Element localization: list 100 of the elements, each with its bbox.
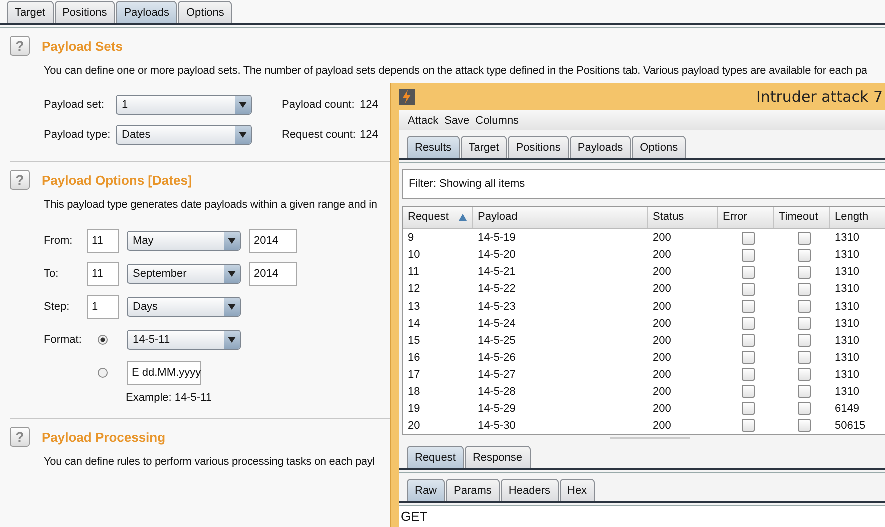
checkbox[interactable] <box>742 232 755 245</box>
sort-ascending-icon <box>459 214 467 221</box>
tab[interactable]: Response <box>464 446 531 468</box>
section-title: Payload Options [Dates] <box>42 172 192 188</box>
checkbox[interactable] <box>798 317 811 330</box>
section-title: Payload Processing <box>42 430 166 444</box>
table-cell-text: 10 <box>407 249 422 262</box>
column-header[interactable]: Payload <box>473 206 648 228</box>
filter-bar[interactable]: Filter: Showing all items <box>402 168 885 199</box>
table-cell-text: 14-5-20 <box>477 249 517 262</box>
table-cell-text: 200 <box>652 266 672 278</box>
field-label: Format: <box>44 334 79 346</box>
checkbox[interactable] <box>742 317 755 330</box>
field-label: Payload type: <box>44 129 112 141</box>
checkbox[interactable] <box>798 232 811 245</box>
tab[interactable]: Target <box>460 136 508 158</box>
table-cell-text: 200 <box>652 420 672 432</box>
table-cell-text: 20 <box>407 420 422 432</box>
column-header[interactable]: Timeout <box>774 206 830 228</box>
field-label: From: <box>44 235 74 247</box>
count-value: 124 <box>360 129 378 141</box>
tab[interactable]: Positions <box>54 1 116 23</box>
tab[interactable]: Headers <box>500 479 558 502</box>
table-cell-text: 14-5-25 <box>477 334 517 347</box>
tab[interactable]: Positions <box>508 136 569 158</box>
dropdown[interactable]: September <box>127 264 241 284</box>
checkbox[interactable] <box>742 419 755 432</box>
checkbox[interactable] <box>742 402 755 416</box>
request-text: GET <box>399 506 885 527</box>
tab[interactable]: Target <box>7 1 54 23</box>
table-cell-text: 12 <box>407 283 422 296</box>
tab[interactable]: Options <box>178 1 232 23</box>
checkbox[interactable] <box>742 351 755 364</box>
checkbox[interactable] <box>742 385 755 398</box>
tab[interactable]: Request <box>407 446 464 468</box>
table-cell-text: 1310 <box>834 318 860 330</box>
input-field[interactable]: 2014 <box>249 229 297 253</box>
checkbox[interactable] <box>798 385 811 398</box>
dropdown[interactable]: Days <box>127 297 241 317</box>
input-field[interactable]: E dd.MM.yyyy <box>127 361 201 385</box>
table-cell-text: 200 <box>652 334 672 347</box>
tab[interactable]: Hex <box>560 479 596 502</box>
table-cell-text: 14 <box>407 318 422 330</box>
checkbox[interactable] <box>742 282 755 296</box>
column-header[interactable]: Error <box>718 206 774 228</box>
tab[interactable]: Raw <box>407 479 446 502</box>
checkbox[interactable] <box>798 402 811 416</box>
tab[interactable]: Results <box>407 136 460 158</box>
checkbox[interactable] <box>798 266 811 279</box>
checkbox[interactable] <box>798 248 811 262</box>
table-cell-text: 14-5-27 <box>477 368 517 381</box>
input-field[interactable]: 11 <box>87 229 119 253</box>
checkbox[interactable] <box>798 351 811 364</box>
table-cell-text: 50615 <box>834 420 867 432</box>
radio-button[interactable] <box>98 368 108 378</box>
section-description: You can define rules to perform various processing tasks on each payl <box>44 456 376 468</box>
menu-item[interactable]: Attack <box>408 115 439 127</box>
checkbox[interactable] <box>798 368 811 382</box>
dropdown[interactable]: Dates <box>116 125 252 145</box>
radio-button[interactable] <box>98 335 108 345</box>
checkbox[interactable] <box>798 282 811 296</box>
table-cell-text: 11 <box>407 266 420 278</box>
count-value: 124 <box>360 99 378 111</box>
column-header[interactable]: Request <box>403 206 473 228</box>
table-cell-text: 1310 <box>834 283 860 296</box>
dropdown[interactable]: 14-5-11 <box>127 330 241 350</box>
dropdown[interactable]: May <box>127 231 241 251</box>
table-cell-text: 1310 <box>834 352 860 364</box>
input-field[interactable]: 11 <box>87 262 119 286</box>
checkbox[interactable] <box>742 266 755 279</box>
menu-item[interactable]: Columns <box>476 115 520 127</box>
column-header[interactable]: Status <box>648 206 718 228</box>
tab[interactable]: Payloads <box>116 1 178 23</box>
input-field[interactable]: 2014 <box>249 262 297 286</box>
tab[interactable]: Options <box>632 136 686 158</box>
table-cell-text: 200 <box>652 318 672 330</box>
dropdown[interactable]: 1 <box>116 95 252 115</box>
checkbox[interactable] <box>798 334 811 348</box>
tab[interactable]: Params <box>446 479 500 502</box>
section-title: Payload Sets <box>42 38 123 54</box>
tab[interactable]: Payloads <box>570 136 632 158</box>
table-cell-text: 9 <box>407 232 416 244</box>
checkbox[interactable] <box>742 368 755 382</box>
table-cell-text: 14-5-29 <box>477 402 517 415</box>
checkbox[interactable] <box>742 334 755 348</box>
checkbox[interactable] <box>798 300 811 314</box>
column-header[interactable]: Length <box>830 206 885 228</box>
table-cell-text: 14-5-19 <box>477 232 517 244</box>
checkbox[interactable] <box>742 300 755 314</box>
input-field[interactable]: 1 <box>87 295 119 319</box>
checkbox[interactable] <box>742 248 755 262</box>
field-label: To: <box>44 268 60 280</box>
checkbox[interactable] <box>798 419 811 432</box>
table-cell-text: 200 <box>652 386 672 398</box>
example-text: Example: 14-5-11 <box>126 392 212 404</box>
caret-icon <box>239 132 247 138</box>
table-cell-text: 1310 <box>834 249 860 262</box>
menu-item[interactable]: Save <box>444 115 470 127</box>
table-cell-text: 6149 <box>834 402 860 415</box>
table-cell-text: 1310 <box>834 334 860 347</box>
